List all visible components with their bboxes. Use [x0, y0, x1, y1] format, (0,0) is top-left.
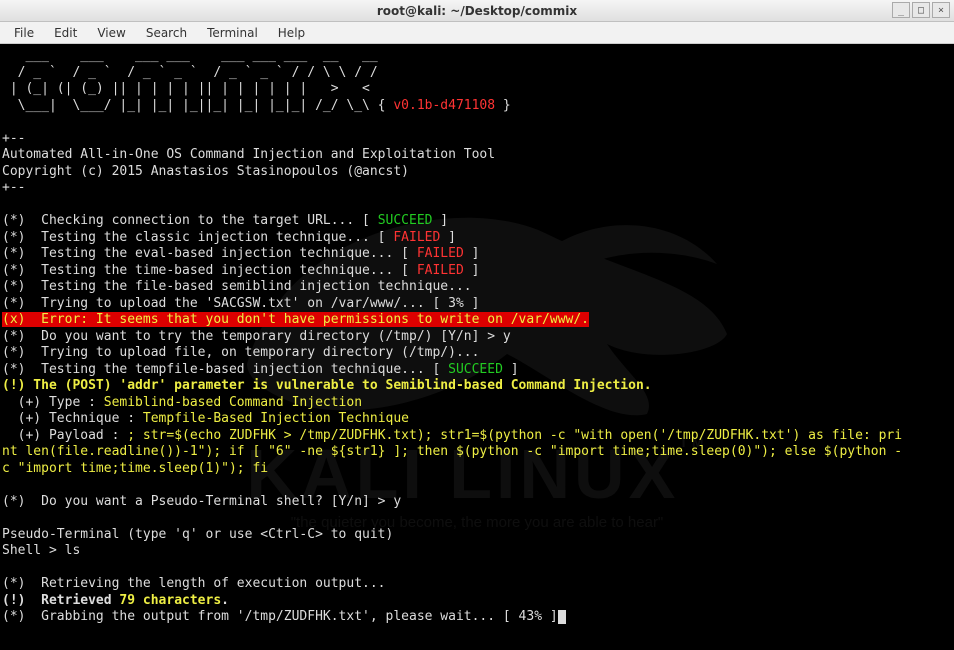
- retrieved-value: 79 characters: [119, 593, 221, 608]
- tool-title: Automated All-in-One OS Command Injectio…: [2, 147, 495, 162]
- payload-value: ; str=$(echo ZUDFHK > /tmp/ZUDFHK.txt); …: [127, 428, 902, 443]
- status-line: (*) Trying to upload file, on temporary …: [2, 345, 479, 360]
- status-failed: FAILED: [393, 230, 440, 245]
- minimize-button[interactable]: _: [892, 2, 910, 18]
- ascii-line: / _ ` / _ ` / _ ` _ ` / _ ` _ ` / / \ \ …: [2, 65, 378, 80]
- titlebar: root@kali: ~/Desktop/commix _ □ ×: [0, 0, 954, 22]
- prompt-line: (*) Do you want a Pseudo-Terminal shell?…: [2, 494, 401, 509]
- menu-file[interactable]: File: [4, 23, 44, 43]
- status-succeed: SUCCEED: [378, 213, 433, 228]
- terminal-output: ___ ___ ___ ___ ___ ___ ___ __ __ / _ ` …: [0, 44, 954, 650]
- payload-value: nt len(file.readline())-1"); if [ "6" -n…: [2, 444, 902, 459]
- window-controls: _ □ ×: [892, 2, 950, 18]
- maximize-button[interactable]: □: [912, 2, 930, 18]
- ascii-line: ___ ___ ___ ___ ___ ___ ___ __ __: [2, 48, 378, 63]
- prompt-line: (*) Do you want to try the temporary dir…: [2, 329, 511, 344]
- status-line: (*) Testing the time-based injection tec…: [2, 263, 417, 278]
- error-line: (x) Error: It seems that you don't have …: [2, 312, 589, 327]
- version-text: v0.1b-d471108: [393, 98, 495, 113]
- type-value: Semiblind-based Command Injection: [104, 395, 362, 410]
- copyright: Copyright (c) 2015 Anastasios Stasinopou…: [2, 164, 409, 179]
- bracket-close: ]: [503, 362, 519, 377]
- menu-search[interactable]: Search: [136, 23, 197, 43]
- window-title: root@kali: ~/Desktop/commix: [377, 4, 577, 18]
- retrieved-label: (!) Retrieved: [2, 593, 119, 608]
- ascii-line: | (_| (| (_) || | | | | || | | | | | | >…: [2, 81, 370, 96]
- retrieved-post: .: [221, 593, 229, 608]
- ascii-line: \___| \___/ |_| |_| |_||_| |_| |_|_| /_/…: [2, 98, 370, 113]
- pseudo-terminal-hint: Pseudo-Terminal (type 'q' or use <Ctrl-C…: [2, 527, 393, 542]
- status-failed: FAILED: [417, 246, 464, 261]
- terminal-viewport[interactable]: KALI LINUXTM "the quieter you become, th…: [0, 44, 954, 650]
- technique-value: Tempfile-Based Injection Technique: [143, 411, 409, 426]
- shell-prompt[interactable]: Shell > ls: [2, 543, 80, 558]
- separator: +--: [2, 131, 25, 146]
- separator: +--: [2, 180, 25, 195]
- status-line: (*) Testing the tempfile-based injection…: [2, 362, 448, 377]
- menu-terminal[interactable]: Terminal: [197, 23, 268, 43]
- bracket-close: ]: [440, 230, 456, 245]
- technique-label: (+) Technique :: [2, 411, 143, 426]
- close-button[interactable]: ×: [932, 2, 950, 18]
- status-line: (*) Testing the eval-based injection tec…: [2, 246, 417, 261]
- bracket-close: ]: [464, 246, 480, 261]
- status-line: (*) Testing the classic injection techni…: [2, 230, 393, 245]
- cursor-icon: [558, 610, 566, 624]
- status-failed: FAILED: [417, 263, 464, 278]
- type-label: (+) Type :: [2, 395, 104, 410]
- bracket-close: ]: [464, 263, 480, 278]
- bracket-close: ]: [432, 213, 448, 228]
- ascii-bracket: {: [370, 98, 393, 113]
- ascii-close: }: [495, 98, 511, 113]
- menu-view[interactable]: View: [87, 23, 135, 43]
- status-line: (*) Grabbing the output from '/tmp/ZUDFH…: [2, 609, 558, 624]
- status-succeed: SUCCEED: [448, 362, 503, 377]
- menu-edit[interactable]: Edit: [44, 23, 87, 43]
- vuln-line: (!) The (POST) 'addr' parameter is vulne…: [2, 378, 652, 393]
- menu-help[interactable]: Help: [268, 23, 315, 43]
- status-line: (*) Testing the file-based semiblind inj…: [2, 279, 472, 294]
- status-line: (*) Trying to upload the 'SACGSW.txt' on…: [2, 296, 479, 311]
- menubar: File Edit View Search Terminal Help: [0, 22, 954, 44]
- payload-value: c "import time;time.sleep(1)"); fi: [2, 461, 268, 476]
- status-line: (*) Retrieving the length of execution o…: [2, 576, 386, 591]
- status-line: (*) Checking connection to the target UR…: [2, 213, 378, 228]
- payload-label: (+) Payload :: [2, 428, 127, 443]
